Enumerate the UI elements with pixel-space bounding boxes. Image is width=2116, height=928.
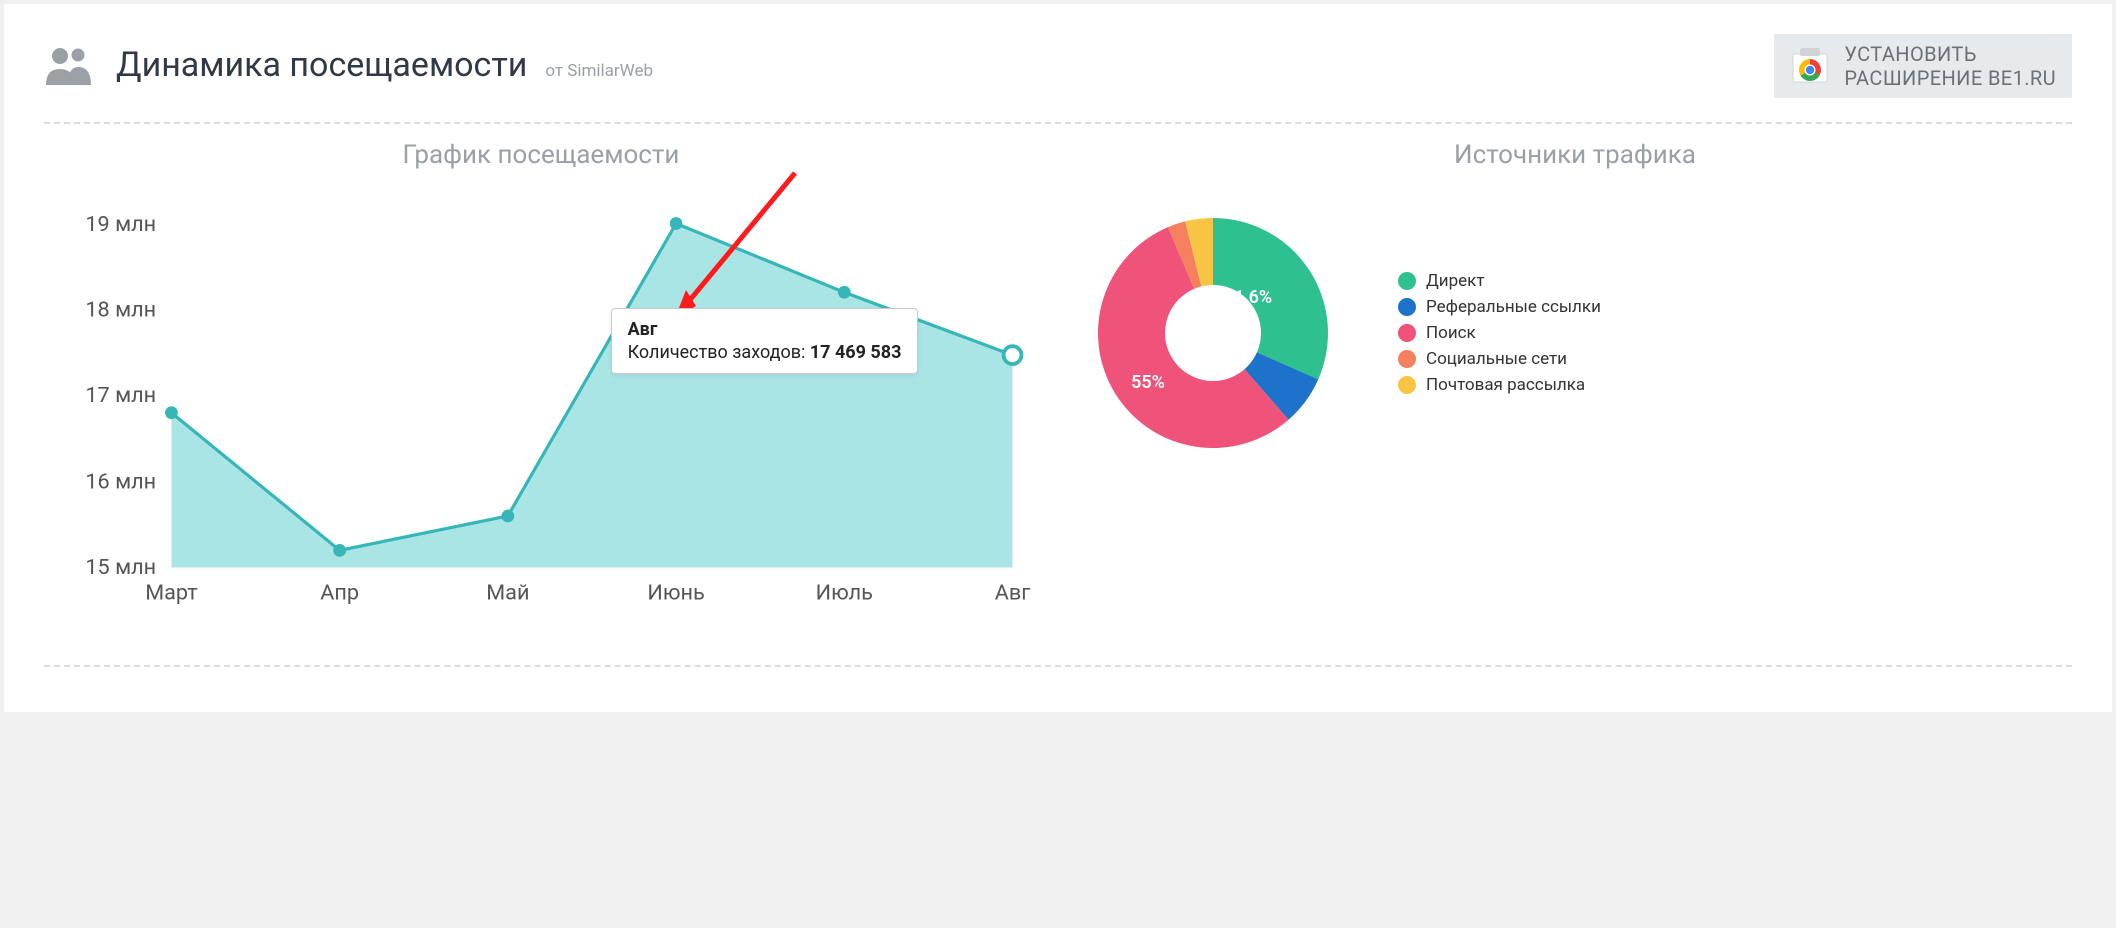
chart-tooltip: Авг Количество заходов: 17 469 583 xyxy=(611,308,919,374)
tooltip-line: Количество заходов: 17 469 583 xyxy=(628,342,902,363)
analytics-card: Динамика посещаемости от SimilarWeb УСТА… xyxy=(4,4,2112,712)
banner-line2: РАСШИРЕНИЕ BE1.RU xyxy=(1844,66,2056,90)
legend-item[interactable]: Директ xyxy=(1398,271,1601,291)
donut-chart[interactable]: 31,6% 55% xyxy=(1078,198,1348,468)
x-tick-label: Июнь xyxy=(647,580,704,605)
legend-item[interactable]: Социальные сети xyxy=(1398,349,1601,369)
y-tick-label: 19 млн xyxy=(85,212,156,237)
install-extension-banner[interactable]: УСТАНОВИТЬ РАСШИРЕНИЕ BE1.RU xyxy=(1774,34,2072,98)
y-tick-label: 15 млн xyxy=(85,555,156,580)
data-point-active[interactable] xyxy=(1004,346,1022,364)
legend-dot xyxy=(1398,376,1416,394)
page-subtitle: от SimilarWeb xyxy=(545,61,653,81)
data-point[interactable] xyxy=(333,544,346,557)
users-icon xyxy=(44,45,94,87)
legend-label: Поиск xyxy=(1426,323,1476,343)
y-tick-label: 16 млн xyxy=(85,470,156,495)
legend-dot xyxy=(1398,298,1416,316)
donut-panel: Источники трафика 31,6% 55% Директ Рефер… xyxy=(1078,140,2072,468)
legend-item[interactable]: Поиск xyxy=(1398,323,1601,343)
banner-text: УСТАНОВИТЬ РАСШИРЕНИЕ BE1.RU xyxy=(1844,42,2056,90)
x-tick-label: Март xyxy=(145,580,197,605)
x-tick-label: Май xyxy=(486,580,529,605)
legend-label: Социальные сети xyxy=(1426,349,1567,369)
line-chart-panel: График посещаемости 15 млн 16 млн 17 млн… xyxy=(44,140,1038,623)
slice-label-direct: 31,6% xyxy=(1224,287,1272,308)
separator xyxy=(44,665,2072,667)
chrome-extension-icon xyxy=(1790,46,1830,86)
x-tick-label: Июль xyxy=(816,580,873,605)
data-point[interactable] xyxy=(165,406,178,419)
legend-label: Реферальные ссылки xyxy=(1426,297,1601,317)
line-chart-title: График посещаемости xyxy=(44,140,1038,170)
tooltip-value: 17 469 583 xyxy=(810,342,902,363)
tooltip-month: Авг xyxy=(628,319,902,340)
donut-row: 31,6% 55% Директ Реферальные ссылки Поис… xyxy=(1078,198,2072,468)
legend-dot xyxy=(1398,324,1416,342)
legend-dot xyxy=(1398,350,1416,368)
legend-label: Почтовая рассылка xyxy=(1426,375,1585,395)
line-chart[interactable]: 15 млн 16 млн 17 млн 18 млн 19 млн xyxy=(44,198,1038,619)
legend-item[interactable]: Реферальные ссылки xyxy=(1398,297,1601,317)
header-left: Динамика посещаемости от SimilarWeb xyxy=(44,45,653,87)
legend-item[interactable]: Почтовая рассылка xyxy=(1398,375,1601,395)
charts-row: График посещаемости 15 млн 16 млн 17 млн… xyxy=(44,130,2072,623)
donut-legend: Директ Реферальные ссылки Поиск Социальн… xyxy=(1398,271,1601,395)
header: Динамика посещаемости от SimilarWeb УСТА… xyxy=(44,34,2072,98)
donut-chart-title: Источники трафика xyxy=(1078,140,2072,170)
data-point[interactable] xyxy=(838,286,851,299)
y-tick-label: 17 млн xyxy=(85,383,156,408)
banner-line1: УСТАНОВИТЬ xyxy=(1844,42,2056,66)
data-point[interactable] xyxy=(670,217,683,230)
legend-label: Директ xyxy=(1426,271,1485,291)
data-point[interactable] xyxy=(501,510,514,523)
tooltip-label: Количество заходов: xyxy=(628,342,810,363)
line-chart-wrap: 15 млн 16 млн 17 млн 18 млн 19 млн xyxy=(44,198,1038,623)
x-tick-label: Апр xyxy=(320,580,359,605)
slice-label-search: 55% xyxy=(1131,372,1165,393)
page-title: Динамика посещаемости xyxy=(116,45,527,85)
y-tick-label: 18 млн xyxy=(85,298,156,323)
legend-dot xyxy=(1398,272,1416,290)
separator xyxy=(44,122,2072,124)
x-tick-label: Авг xyxy=(995,580,1031,605)
